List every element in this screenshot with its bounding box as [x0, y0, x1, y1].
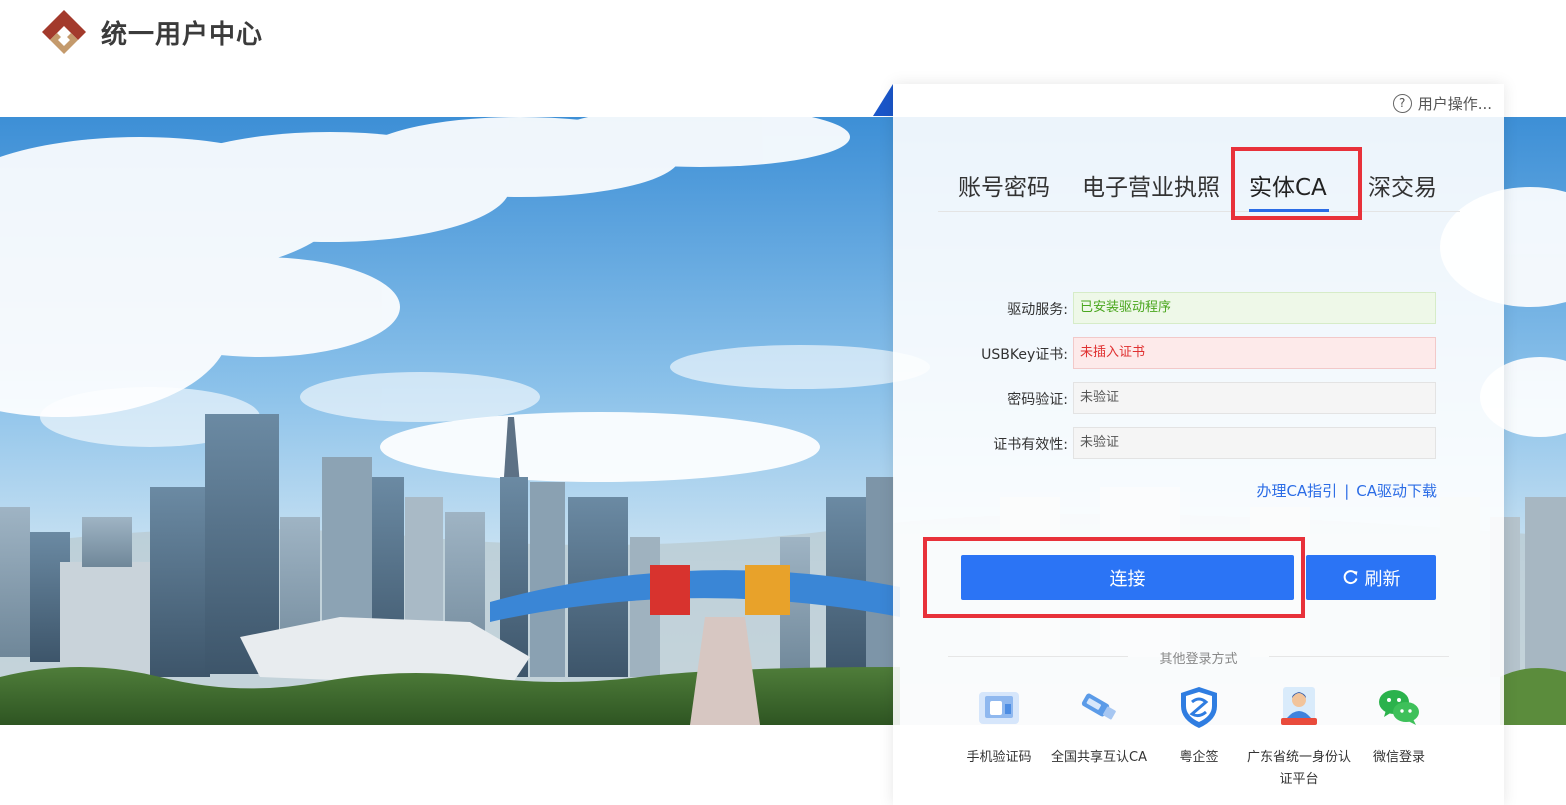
other-login-title: 其他登录方式 — [1159, 652, 1238, 667]
cert-validity-row: 证书有效性: 未验证 — [893, 427, 1504, 459]
other-login-methods: 手机验证码 全国共享互认CA 粤企签 广东省统一身份认证平台 微信登录 — [893, 684, 1504, 794]
field-label: 证书有效性: — [993, 437, 1068, 453]
divider-right — [1269, 656, 1449, 657]
identity-person-icon — [1281, 687, 1317, 725]
site-title: 统一用户中心 — [101, 20, 264, 50]
field-label: 密码验证: — [1007, 392, 1068, 408]
login-tabs: 账号密码 电子营业执照 实体CA 深交易 — [938, 168, 1460, 212]
login-method-wechat[interactable]: 微信登录 — [1344, 684, 1454, 769]
driver-service-row: 驱动服务: 已安装驱动程序 — [893, 292, 1504, 324]
ca-guide-link[interactable]: 办理CA指引 — [1256, 482, 1337, 500]
wechat-icon — [1379, 690, 1419, 725]
tab-business-license[interactable]: 电子营业执照 — [1082, 168, 1220, 212]
tab-account-password[interactable]: 账号密码 — [958, 168, 1050, 212]
field-label: USBKey证书: — [981, 347, 1068, 363]
method-label: 广东省统一身份认证平台 — [1246, 750, 1351, 787]
connect-highlight-box — [923, 537, 1305, 618]
help-link[interactable]: ? 用户操作... — [1392, 93, 1492, 113]
login-method-gd-identity[interactable]: 广东省统一身份认证平台 — [1244, 684, 1354, 791]
method-label: 手机验证码 — [966, 750, 1032, 765]
password-verify-value: 未验证 — [1073, 382, 1436, 414]
ca-driver-download-link[interactable]: CA驱动下载 — [1356, 482, 1437, 500]
login-panel: ? 用户操作... 账号密码 电子营业执照 实体CA 深交易 驱动服务: 已安装… — [893, 84, 1504, 805]
refresh-icon — [1342, 569, 1359, 586]
usb-key-icon — [1081, 693, 1116, 720]
method-label: 粤企签 — [1179, 750, 1219, 765]
login-method-national-ca[interactable]: 全国共享互认CA — [1044, 684, 1154, 769]
logo-icon — [42, 10, 86, 54]
ca-links: 办理CA指引 | CA驱动下载 — [1256, 480, 1437, 501]
driver-service-value: 已安装驱动程序 — [1073, 292, 1436, 324]
help-label: 用户操作... — [1417, 94, 1492, 113]
refresh-label: 刷新 — [1364, 568, 1401, 590]
usbkey-cert-row: USBKey证书: 未插入证书 — [893, 337, 1504, 369]
link-separator: | — [1344, 482, 1350, 500]
tab-shenzhen-trading[interactable]: 深交易 — [1368, 168, 1437, 212]
login-page: 统一用户中心 ? 用户操作... 账号密码 电子营业执照 实体CA 深交易 驱动… — [0, 0, 1566, 805]
ca-tab-highlight-box — [1231, 147, 1362, 220]
question-circle-icon: ? — [1392, 93, 1412, 113]
usbkey-cert-value: 未插入证书 — [1073, 337, 1436, 369]
method-label: 全国共享互认CA — [1051, 750, 1147, 765]
password-verify-row: 密码验证: 未验证 — [893, 382, 1504, 414]
panel-corner-accent — [873, 84, 893, 116]
cert-validity-value: 未验证 — [1073, 427, 1436, 459]
shield-sign-icon — [1181, 687, 1217, 728]
login-method-yueqiqian[interactable]: 粤企签 — [1144, 684, 1254, 769]
field-label: 驱动服务: — [1007, 302, 1068, 318]
phone-code-icon — [979, 692, 1019, 724]
login-method-phone[interactable]: 手机验证码 — [944, 684, 1054, 769]
refresh-button[interactable]: 刷新 — [1306, 555, 1436, 600]
method-label: 微信登录 — [1372, 750, 1425, 765]
